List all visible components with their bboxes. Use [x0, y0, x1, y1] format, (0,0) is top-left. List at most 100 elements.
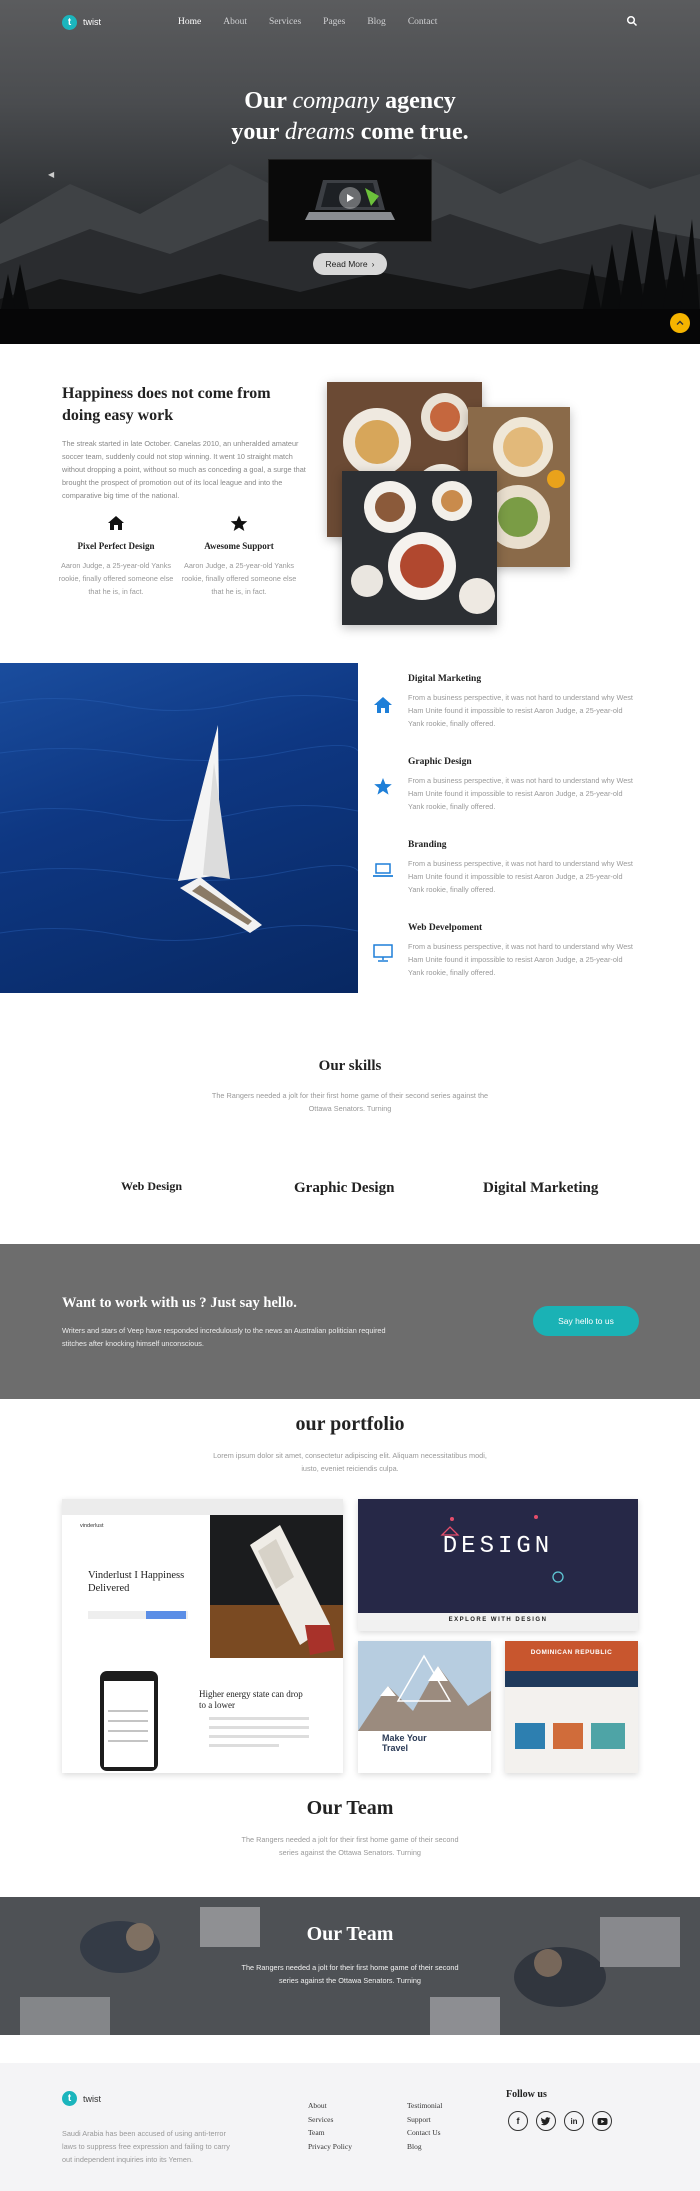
- portfolio-headline: Vinderlust I Happiness Delivered: [88, 1570, 185, 1594]
- top-nav: t twist Home About Services Pages Blog C…: [0, 0, 700, 44]
- hero-title: Our company agency your dreams come true…: [0, 86, 700, 148]
- footer: t twist Saudi Arabia has been accused of…: [0, 2063, 700, 2191]
- feature-title: Pixel Perfect Design: [77, 541, 155, 551]
- chevron-right-icon: ›: [371, 259, 375, 269]
- service-text: From a business perspective, it was not …: [408, 776, 633, 811]
- cta-section: Want to work with us ? Just say hello. W…: [0, 1244, 700, 1399]
- service-branding: Branding From a business perspective, it…: [408, 840, 638, 896]
- nav-services[interactable]: Services: [269, 17, 301, 27]
- portfolio-design-caption: EXPLORE WITH DESIGN: [448, 1617, 548, 1623]
- design-poster-image: [358, 1499, 638, 1631]
- video-thumbnail[interactable]: [268, 159, 432, 242]
- nav-blog[interactable]: Blog: [367, 17, 385, 27]
- scroll-top-button[interactable]: [670, 313, 690, 333]
- portfolio-title: our portfolio: [295, 1413, 405, 1435]
- feature-text: Aaron Judge, a 25-year-old Yanks rookie,…: [181, 561, 297, 596]
- team-banner-subtitle: The Rangers needed a jolt for their firs…: [241, 1963, 459, 1985]
- nav-pages[interactable]: Pages: [323, 17, 345, 27]
- chevron-up-icon: [676, 320, 684, 325]
- nav-home[interactable]: Home: [178, 17, 201, 27]
- cta-title: Want to work with us ? Just say hello.: [62, 1295, 297, 1311]
- food-photo-3: [342, 471, 497, 625]
- skills-title: Our skills: [318, 1058, 382, 1074]
- hero-line2-post: come true.: [354, 119, 469, 145]
- portfolio-brand: vinderlust: [80, 1523, 104, 1529]
- feature-title: Awesome Support: [204, 541, 274, 551]
- team-banner-title: Our Team: [306, 1923, 394, 1945]
- footer-link-blog[interactable]: Blog: [407, 2140, 442, 2154]
- nav-links: Home About Services Pages Blog Contact: [178, 17, 459, 27]
- home-icon: [108, 516, 124, 530]
- skill-digital-marketing: Digital Marketing: [483, 1180, 599, 1196]
- linkedin-icon[interactable]: in: [564, 2111, 584, 2131]
- hero-line1-post: agency: [379, 88, 456, 114]
- intro-title: Happiness does not come from doing easy …: [62, 385, 271, 424]
- hero-line1-pre: Our: [244, 88, 293, 114]
- footer-logo-badge: t: [62, 2091, 77, 2106]
- read-more-button[interactable]: Read More ›: [313, 253, 387, 275]
- search-icon[interactable]: [626, 15, 638, 27]
- nav-contact[interactable]: Contact: [408, 17, 438, 27]
- footer-link-services[interactable]: Services: [308, 2113, 352, 2127]
- portfolio-dominican-title: DOMINICAN REPUBLIC: [530, 1649, 613, 1656]
- service-graphic-design: Graphic Design From a business perspecti…: [408, 757, 638, 813]
- footer-logo[interactable]: t twist: [62, 2091, 101, 2106]
- home-icon: [374, 697, 392, 713]
- footer-link-support[interactable]: Support: [407, 2113, 442, 2127]
- food-image: [342, 471, 497, 625]
- footer-link-privacy[interactable]: Privacy Policy: [308, 2140, 352, 2154]
- feature-text: Aaron Judge, a 25-year-old Yanks rookie,…: [58, 561, 174, 596]
- logo-text: twist: [83, 17, 101, 27]
- intro-text: The streak started in late October. Cane…: [62, 439, 306, 500]
- footer-link-team[interactable]: Team: [308, 2126, 352, 2140]
- facebook-icon[interactable]: f: [508, 2111, 528, 2131]
- dominican-republic-image: [505, 1641, 638, 1773]
- service-text: From a business perspective, it was not …: [408, 693, 633, 728]
- hero-line2-em: dreams: [284, 119, 355, 145]
- service-web-development: Web Develpoment From a business perspect…: [408, 923, 638, 979]
- sailboat-image: [0, 663, 358, 993]
- portfolio-item-design[interactable]: DESIGN EXPLORE WITH DESIGN: [358, 1499, 638, 1631]
- footer-text: Saudi Arabia has been accused of using a…: [62, 2129, 230, 2164]
- portfolio-item-vinderlust[interactable]: vinderlust Vinderlust I Happiness Delive…: [62, 1499, 343, 1773]
- team-title: Our Team: [306, 1797, 394, 1819]
- portfolio-item-dominican[interactable]: DOMINICAN REPUBLIC: [505, 1641, 638, 1773]
- footer-links-col2: Testimonial Support Contact Us Blog: [407, 2099, 442, 2153]
- portfolio-subtitle: Lorem ipsum dolor sit amet, consectetur …: [213, 1451, 487, 1473]
- portfolio-travel-text: Make Your Travel: [382, 1733, 427, 1753]
- feature-pixel-perfect: Pixel Perfect Design Aaron Judge, a 25-y…: [56, 515, 176, 598]
- play-icon: [347, 194, 354, 202]
- service-text: From a business perspective, it was not …: [408, 942, 633, 977]
- star-icon: [230, 515, 248, 531]
- service-title: Web Develpoment: [408, 923, 483, 933]
- service-text: From a business perspective, it was not …: [408, 859, 633, 894]
- service-digital-marketing: Digital Marketing From a business perspe…: [408, 674, 638, 730]
- portfolio-design-title: DESIGN: [442, 1533, 554, 1560]
- say-hello-button[interactable]: Say hello to us: [533, 1306, 639, 1336]
- nav-about[interactable]: About: [223, 17, 247, 27]
- portfolio-item-travel[interactable]: Make Your Travel: [358, 1641, 491, 1773]
- monitor-icon: [373, 944, 393, 962]
- footer-link-about[interactable]: About: [308, 2099, 352, 2113]
- prev-slide-icon[interactable]: ◀: [48, 170, 54, 179]
- footer-link-testimonial[interactable]: Testimonial: [407, 2099, 442, 2113]
- play-button[interactable]: [339, 187, 361, 209]
- twitter-icon[interactable]: [536, 2111, 556, 2131]
- team-subtitle: The Rangers needed a jolt for their firs…: [241, 1835, 459, 1857]
- wine-bottle-image: [210, 1515, 343, 1658]
- portfolio-subscribe-button: [146, 1611, 186, 1619]
- feature-awesome-support: Awesome Support Aaron Judge, a 25-year-o…: [179, 515, 299, 598]
- cta-text: Writers and stars of Veep have responded…: [62, 1326, 386, 1348]
- youtube-icon[interactable]: [592, 2111, 612, 2131]
- skill-web-design: Web Design: [121, 1179, 183, 1193]
- star-icon: [374, 778, 392, 795]
- laptop-icon: [373, 863, 393, 877]
- service-title: Branding: [408, 840, 447, 850]
- footer-link-contact[interactable]: Contact Us: [407, 2126, 442, 2140]
- portfolio-tagline: Higher energy state can drop to a lower: [199, 1689, 303, 1710]
- logo-badge: t: [62, 14, 77, 30]
- logo[interactable]: t twist: [62, 14, 101, 30]
- service-title: Digital Marketing: [408, 674, 482, 684]
- footer-links-col1: About Services Team Privacy Policy: [308, 2099, 352, 2153]
- ocean-sailboat-image: [0, 694, 358, 941]
